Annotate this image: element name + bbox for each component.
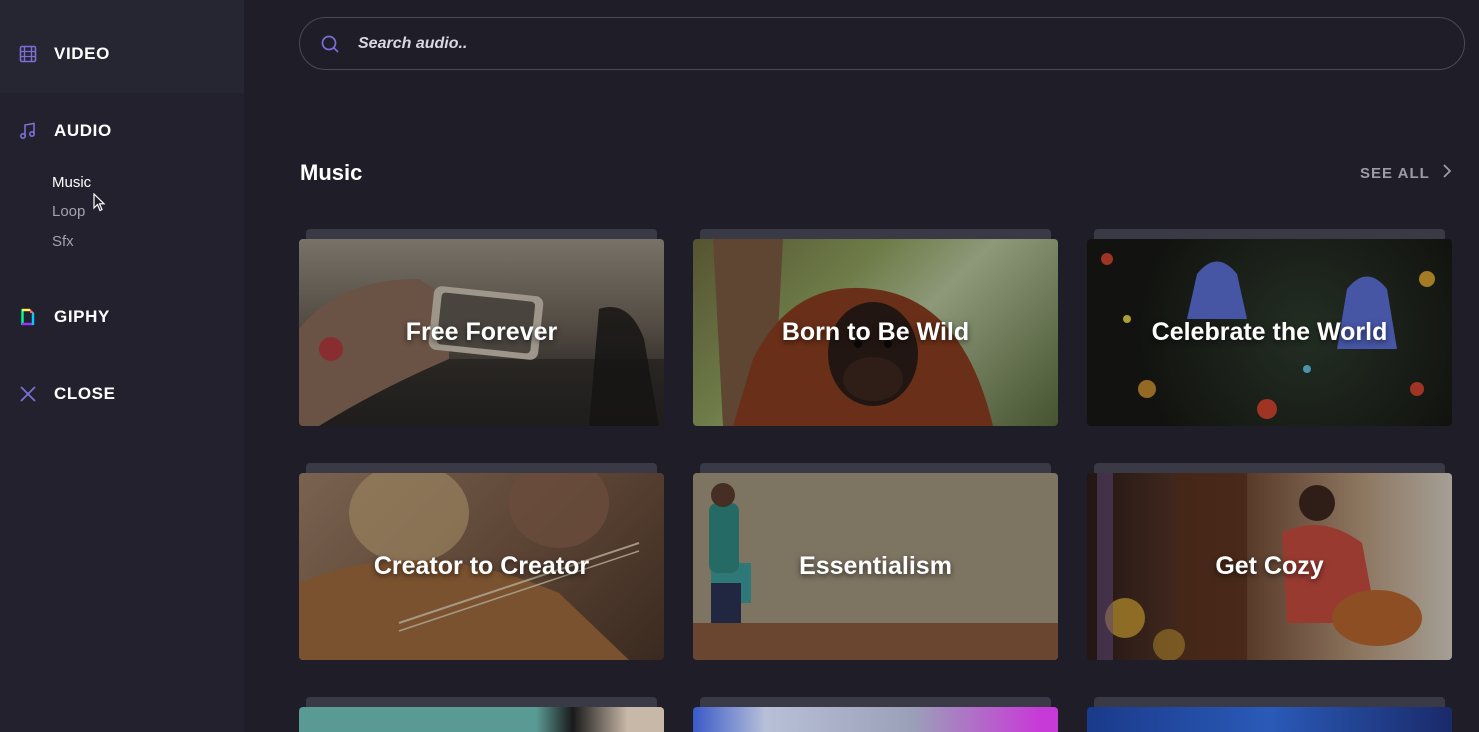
sidebar-item-giphy[interactable]: GIPHY xyxy=(0,297,244,337)
card-row3-2[interactable] xyxy=(693,707,1058,732)
sidebar-item-close-label: CLOSE xyxy=(54,384,116,403)
card-essentialism[interactable]: Essentialism xyxy=(693,473,1058,660)
card-title: Free Forever xyxy=(405,318,558,346)
card-creator-to-creator[interactable]: Creator to Creator xyxy=(299,473,664,660)
sidebar: VIDEO AUDIO Music Loop Sfx GIPHY CLOSE xyxy=(0,0,244,732)
sidebar-subitem-sfx[interactable]: Sfx xyxy=(52,233,74,250)
sidebar-item-video-label: VIDEO xyxy=(54,44,110,63)
card-stack-shadow xyxy=(1094,463,1445,473)
film-icon xyxy=(18,44,38,64)
card-celebrate-the-world[interactable]: Celebrate the World xyxy=(1087,239,1452,426)
card-title: Born to Be Wild xyxy=(781,318,970,346)
sidebar-item-audio-label: AUDIO xyxy=(54,121,112,140)
card-stack-shadow xyxy=(700,697,1051,707)
giphy-icon xyxy=(18,307,38,327)
sidebar-item-close[interactable]: CLOSE xyxy=(0,374,244,414)
search-input[interactable] xyxy=(358,18,1438,69)
card-title: Creator to Creator xyxy=(373,552,590,580)
card-title xyxy=(299,707,664,732)
card-title: Celebrate the World xyxy=(1151,318,1388,346)
close-icon xyxy=(18,384,38,404)
sidebar-item-audio[interactable]: AUDIO xyxy=(0,111,244,151)
card-get-cozy[interactable]: Get Cozy xyxy=(1087,473,1452,660)
card-title xyxy=(1087,707,1452,732)
sidebar-item-video[interactable]: VIDEO xyxy=(0,34,244,74)
mouse-cursor-icon xyxy=(93,193,106,212)
card-stack-shadow xyxy=(306,229,657,239)
card-stack-shadow xyxy=(306,697,657,707)
card-title xyxy=(693,707,1058,732)
card-born-to-be-wild[interactable]: Born to Be Wild xyxy=(693,239,1058,426)
see-all-button[interactable]: SEE ALL xyxy=(1360,163,1452,184)
card-stack-shadow xyxy=(306,463,657,473)
sidebar-subitem-music[interactable]: Music xyxy=(52,174,91,191)
card-row3-3[interactable] xyxy=(1087,707,1452,732)
card-stack-shadow xyxy=(700,229,1051,239)
card-title: Essentialism xyxy=(799,552,952,580)
card-stack-shadow xyxy=(1094,229,1445,239)
music-note-icon xyxy=(18,121,38,141)
search-bar[interactable] xyxy=(299,17,1465,70)
see-all-label: SEE ALL xyxy=(1360,165,1430,182)
card-stack-shadow xyxy=(1094,697,1445,707)
chevron-right-icon xyxy=(1442,163,1452,184)
card-row3-1[interactable] xyxy=(299,707,664,732)
search-icon xyxy=(319,33,341,55)
card-free-forever[interactable]: Free Forever xyxy=(299,239,664,426)
section-title: Music xyxy=(300,160,363,185)
card-title: Get Cozy xyxy=(1215,552,1324,580)
card-stack-shadow xyxy=(700,463,1051,473)
sidebar-subitem-loop[interactable]: Loop xyxy=(52,203,85,220)
sidebar-item-giphy-label: GIPHY xyxy=(54,307,110,326)
